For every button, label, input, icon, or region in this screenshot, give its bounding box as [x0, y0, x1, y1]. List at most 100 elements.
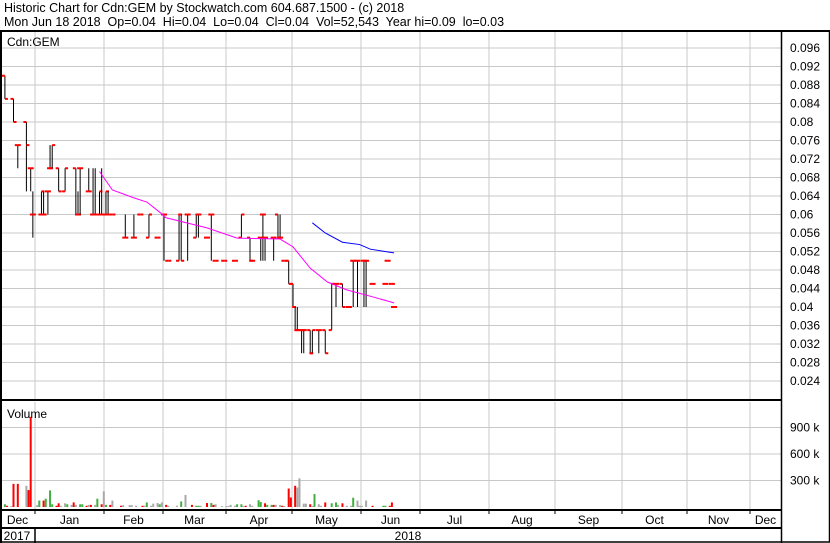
volume-bar	[96, 498, 99, 507]
moving-average-long	[312, 222, 395, 254]
price-tick-label: 0.04	[790, 300, 814, 314]
volume-bar	[335, 502, 337, 507]
volume-bar	[279, 504, 282, 507]
volume-bar	[25, 485, 28, 507]
month-label: Sep	[578, 513, 600, 527]
open-tick	[145, 236, 149, 239]
volume-bar	[122, 505, 125, 507]
volume-bar	[274, 504, 277, 507]
close-tick	[181, 259, 185, 262]
volume-bar	[358, 505, 361, 507]
volume-bar	[104, 504, 107, 507]
price-tick-label: 0.024	[790, 374, 820, 388]
year-label: 2017	[4, 529, 31, 543]
close-tick	[207, 236, 210, 239]
open-tick	[274, 213, 278, 216]
volume-bar	[298, 478, 301, 507]
open-tick	[62, 190, 66, 193]
open-tick	[193, 236, 197, 239]
month-label: Aug	[511, 513, 532, 527]
volume-bar	[175, 505, 178, 507]
close-tick	[4, 97, 8, 100]
open-tick	[85, 190, 89, 193]
close-tick	[303, 329, 307, 332]
price-tick-label: 0.08	[790, 115, 814, 129]
close-tick	[262, 213, 266, 216]
price-tick-label: 0.068	[790, 171, 820, 185]
close-tick	[252, 259, 256, 262]
open-tick	[309, 352, 313, 355]
volume-bar	[72, 502, 75, 507]
open-tick	[92, 213, 96, 216]
open-tick	[1, 74, 5, 77]
volume-bar	[44, 498, 47, 507]
volume-bar	[135, 505, 138, 507]
volume-bar	[29, 416, 32, 507]
volume-bar	[289, 497, 292, 507]
open-tick	[294, 329, 298, 332]
open-tick	[72, 167, 76, 170]
month-label: Oct	[645, 513, 664, 527]
open-tick	[290, 282, 293, 285]
volume-bar	[365, 500, 368, 507]
open-tick	[350, 259, 354, 262]
month-label: Feb	[123, 513, 144, 527]
open-tick	[221, 259, 225, 262]
volume-bar	[27, 490, 30, 507]
volume-bar	[109, 504, 112, 507]
volume-bar	[143, 505, 146, 507]
open-tick	[27, 167, 31, 170]
price-tick-label: 0.064	[790, 189, 820, 203]
volume-bar	[317, 504, 320, 507]
volume-bar	[266, 504, 269, 507]
open-tick	[165, 259, 169, 262]
price-tick-label: 0.072	[790, 152, 820, 166]
open-tick	[176, 259, 180, 262]
price-tick-label: 0.096	[790, 41, 820, 55]
close-tick	[241, 213, 245, 216]
volume-bar	[36, 505, 39, 507]
close-tick	[325, 352, 329, 355]
volume-bar	[42, 500, 45, 507]
open-tick	[292, 306, 296, 308]
open-tick	[49, 167, 53, 170]
open-tick	[75, 213, 78, 216]
volume-bar	[294, 485, 297, 507]
stock-chart: 0.096 0.092 0.088 0.084 0.08 0.076 0.072 0.068 0…	[0, 30, 830, 543]
volume-bar	[111, 500, 114, 507]
open-tick	[154, 236, 158, 239]
volume-bar	[167, 505, 170, 507]
volume-bar	[337, 504, 340, 507]
volume-bar	[156, 503, 159, 507]
volume-bar	[64, 503, 67, 507]
close-tick	[198, 213, 202, 216]
volume-bar	[313, 494, 316, 507]
volume-bar	[180, 501, 183, 507]
volume-bar	[283, 506, 286, 507]
volume-bar	[257, 500, 260, 507]
volume-bar	[128, 505, 131, 507]
close-tick	[30, 167, 34, 170]
volume-bar	[304, 503, 307, 507]
volume-bar	[130, 505, 133, 507]
price-tick-label: 0.052	[790, 245, 820, 259]
volume-bar	[281, 505, 284, 507]
volume-bar	[6, 505, 9, 507]
close-tick	[372, 282, 376, 285]
close-tick	[13, 121, 17, 123]
close-tick	[318, 329, 322, 332]
volume-bar	[302, 503, 305, 507]
volume-bar	[145, 502, 148, 507]
month-label: Dec	[755, 513, 776, 527]
volume-bar	[311, 506, 314, 507]
open-tick	[315, 329, 319, 332]
volume-label: Volume	[7, 407, 47, 421]
volume-bar	[120, 505, 122, 507]
open-tick	[29, 213, 33, 216]
volume-bar	[309, 504, 312, 507]
year-label: 2018	[395, 529, 422, 543]
price-tick-label: 0.044	[790, 282, 820, 296]
close-tick	[133, 236, 137, 239]
volume-tick-label: 900 k	[790, 421, 820, 435]
volume-bar	[233, 505, 236, 507]
